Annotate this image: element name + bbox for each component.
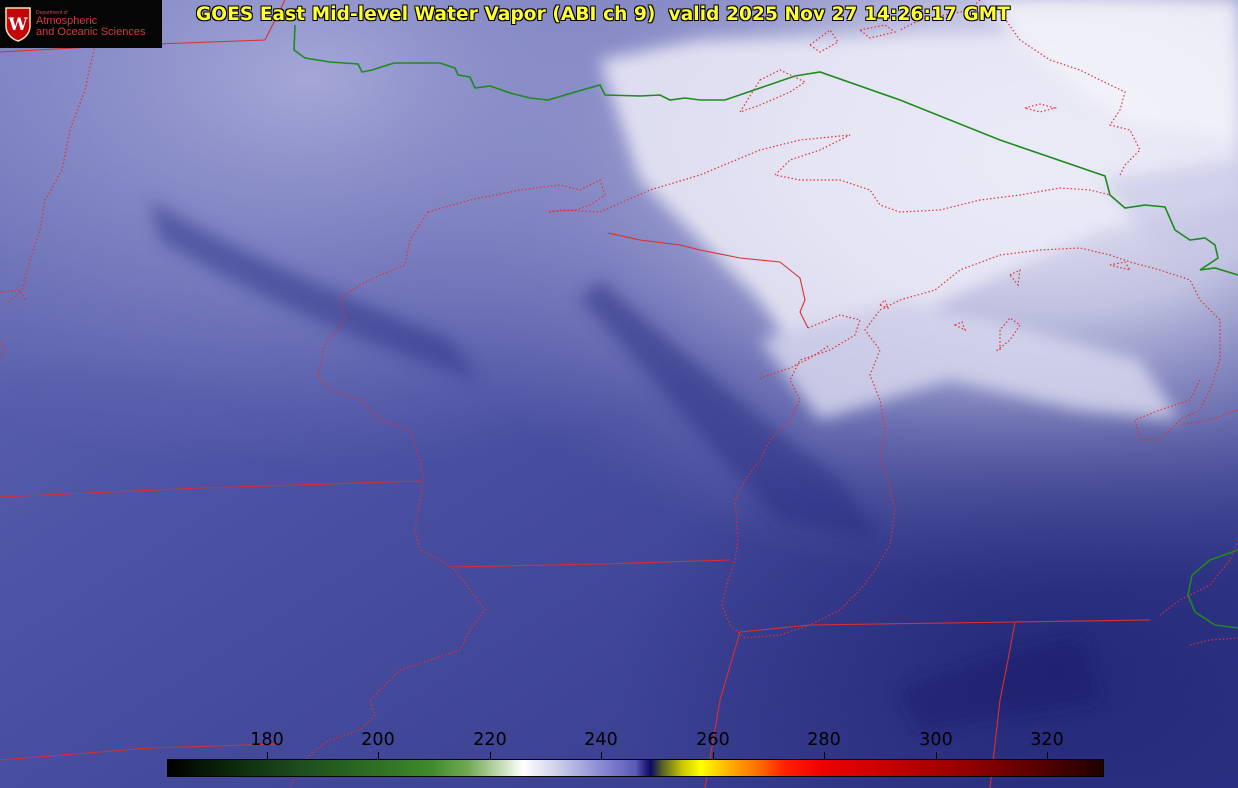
colorbar-tick-mark: [936, 752, 937, 759]
colorbar-tick-mark: [713, 752, 714, 759]
colorbar-tick-label: 200: [361, 730, 395, 750]
colorbar-tick-mark: [1047, 752, 1048, 759]
logo-line-2: and Oceanic Sciences: [36, 26, 146, 38]
colorbar-tick-mark: [378, 752, 379, 759]
colorbar-tick-mark: [824, 752, 825, 759]
temperature-colorbar: [167, 759, 1104, 777]
colorbar-tick-mark: [267, 752, 268, 759]
satellite-image-viewer: W Department of Atmospheric and Oceanic …: [0, 0, 1238, 788]
svg-text:W: W: [7, 15, 28, 35]
colorbar-tick-label: 260: [696, 730, 730, 750]
logo-text: Department of Atmospheric and Oceanic Sc…: [36, 10, 145, 38]
colorbar-tick-labels: 180 200 220 240 260 280 300 320: [0, 730, 1238, 752]
aos-logo: W Department of Atmospheric and Oceanic …: [0, 0, 162, 48]
colorbar-tick-label: 320: [1030, 730, 1064, 750]
image-title: GOES East Mid-level Water Vapor (ABI ch …: [196, 4, 1010, 25]
colorbar-tick-mark: [490, 752, 491, 759]
colorbar-tick-label: 220: [473, 730, 507, 750]
colorbar-tick-label: 280: [807, 730, 841, 750]
water-vapor-map: [0, 0, 1238, 788]
colorbar-tick-label: 240: [584, 730, 618, 750]
colorbar-tick-label: 300: [919, 730, 953, 750]
uw-crest-icon: W: [5, 7, 31, 42]
colorbar-tick-label: 180: [250, 730, 284, 750]
colorbar-tick-mark: [601, 752, 602, 759]
